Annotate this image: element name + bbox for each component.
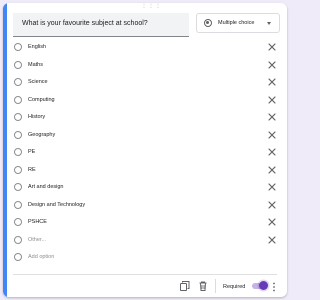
close-icon[interactable] [267, 182, 277, 192]
option-row[interactable]: Design and Technology [13, 199, 279, 211]
option-label[interactable]: PE [28, 149, 35, 155]
close-icon[interactable] [267, 200, 277, 210]
caret-down-icon [267, 22, 271, 25]
option-row[interactable]: Computing [13, 94, 279, 106]
close-icon[interactable] [267, 217, 277, 227]
radio-circle-icon [14, 95, 22, 104]
required-toggle-thumb[interactable] [259, 281, 268, 290]
option-label[interactable]: PSHCE [28, 219, 47, 225]
option-row[interactable]: PE [13, 146, 279, 158]
radio-circle-icon [14, 78, 22, 86]
question-title-field[interactable]: What is your favourite subject at school… [13, 13, 189, 37]
option-row-add[interactable]: Add option [13, 251, 279, 263]
required-label: Required [223, 284, 246, 290]
radio-circle-icon [14, 183, 22, 191]
option-row-other[interactable]: Other... [13, 234, 279, 246]
radio-circle-icon [14, 165, 22, 174]
option-label[interactable]: English [28, 44, 46, 50]
option-label[interactable]: Add option [28, 254, 54, 260]
radio-button-icon [204, 19, 212, 27]
close-icon[interactable] [267, 42, 277, 52]
option-row[interactable]: English [13, 41, 279, 53]
close-icon[interactable] [267, 235, 277, 245]
option-row[interactable]: History [13, 111, 279, 123]
drag-handle-icon[interactable]: ⋮⋮⋮ [141, 3, 161, 11]
radio-circle-icon [14, 60, 22, 69]
question-type-label: Multiple choice [218, 20, 255, 26]
radio-circle-icon [14, 130, 22, 139]
radio-circle-icon [14, 43, 22, 51]
option-row[interactable]: Maths [13, 59, 279, 71]
question-card[interactable]: ⋮⋮⋮ What is your favourite subject at sc… [3, 3, 287, 297]
radio-circle-icon [14, 148, 22, 156]
option-label[interactable]: Design and Technology [28, 202, 85, 208]
option-label[interactable]: Computing [28, 97, 55, 103]
option-label[interactable]: Science [28, 79, 48, 85]
option-row[interactable]: Geography [13, 129, 279, 141]
close-icon[interactable] [267, 60, 277, 70]
radio-circle-icon [14, 218, 22, 226]
option-row[interactable]: Science [13, 76, 279, 88]
more-vertical-icon[interactable] [271, 280, 277, 292]
close-icon[interactable] [267, 112, 277, 122]
radio-circle-icon [14, 235, 22, 244]
footer-divider [13, 274, 277, 275]
option-label[interactable]: Other... [28, 237, 46, 243]
delete-icon[interactable] [197, 280, 209, 292]
close-icon[interactable] [267, 147, 277, 157]
radio-circle-icon [14, 113, 22, 121]
question-type-dropdown[interactable]: Multiple choice [196, 13, 280, 33]
radio-circle-icon [14, 253, 22, 261]
option-label[interactable]: RE [28, 167, 36, 173]
close-icon[interactable] [267, 95, 277, 105]
option-label[interactable]: Art and design [28, 184, 63, 190]
duplicate-icon[interactable] [179, 280, 191, 292]
option-row[interactable]: Art and design [13, 181, 279, 193]
close-icon[interactable] [267, 165, 277, 175]
option-row[interactable]: RE [13, 164, 279, 176]
close-icon[interactable] [267, 77, 277, 87]
footer-separator [215, 279, 216, 293]
active-card-indicator [3, 3, 7, 297]
close-icon[interactable] [267, 130, 277, 140]
option-label[interactable]: Geography [28, 132, 55, 138]
option-label[interactable]: Maths [28, 62, 43, 68]
radio-circle-icon [14, 200, 22, 209]
option-row[interactable]: PSHCE [13, 216, 279, 228]
option-label[interactable]: History [28, 114, 45, 120]
question-title-text: What is your favourite subject at school… [22, 20, 148, 27]
